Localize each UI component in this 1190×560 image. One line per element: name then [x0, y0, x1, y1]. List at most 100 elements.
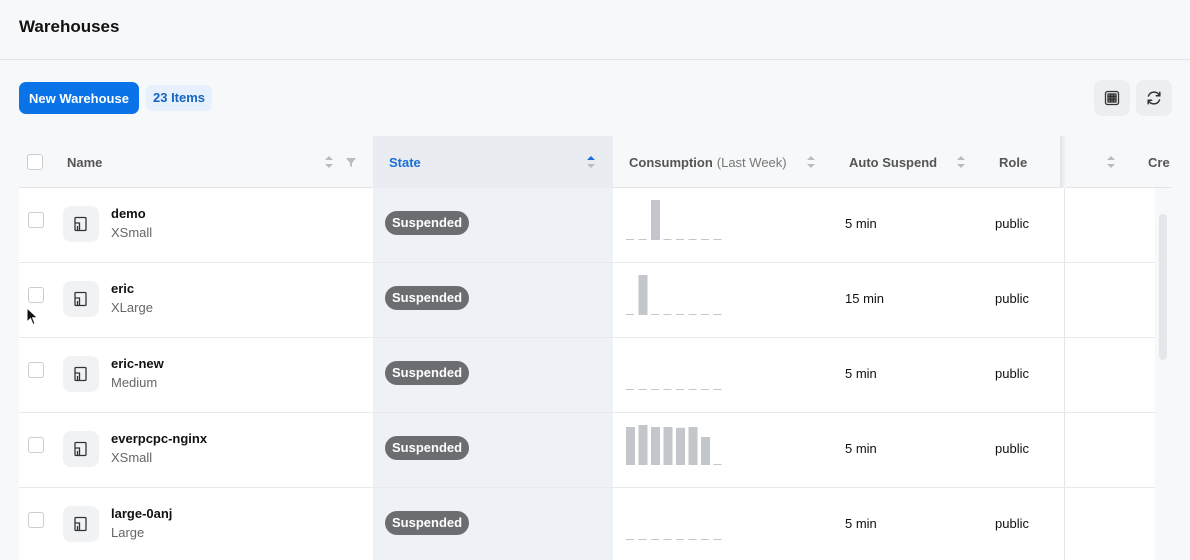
consumption-label: Consumption	[629, 154, 713, 170]
sparkline-baseline	[701, 314, 709, 315]
select-all-checkbox[interactable]	[27, 136, 43, 188]
row-checkbox[interactable]	[28, 212, 44, 228]
sparkline-baseline	[663, 239, 672, 240]
warehouse-icon	[63, 431, 99, 467]
warehouse-name[interactable]: demo	[111, 206, 146, 221]
column-header-auto-suspend[interactable]: Auto Suspend	[849, 136, 937, 188]
row-checkbox[interactable]	[28, 512, 44, 528]
status-badge: Suspended	[385, 211, 470, 235]
refresh-button[interactable]	[1136, 80, 1172, 116]
sparkline-bar	[626, 427, 635, 465]
warehouse-name[interactable]: eric	[111, 281, 134, 296]
table-row[interactable]: large-0anj Large Suspended 5 min public	[19, 488, 1155, 560]
sparkline-baseline	[701, 389, 709, 390]
sort-icon[interactable]	[1106, 155, 1116, 169]
sparkline-baseline	[626, 314, 634, 315]
table-row[interactable]: eric-new Medium Suspended 5 min public	[19, 338, 1155, 413]
row-checkbox[interactable]	[28, 437, 44, 453]
warehouse-icon	[63, 356, 99, 392]
sparkline-baseline	[663, 389, 672, 390]
column-header-name[interactable]: Name	[67, 136, 102, 188]
sparkline-baseline	[626, 239, 634, 240]
sort-icon[interactable]	[324, 155, 334, 169]
sparkline-baseline	[688, 389, 697, 390]
new-warehouse-button[interactable]: New Warehouse	[19, 82, 139, 114]
toolbar: New Warehouse 23 Items	[0, 60, 1190, 136]
scrollbar[interactable]	[1155, 188, 1171, 560]
scrollbar-thumb[interactable]	[1159, 214, 1167, 360]
warehouse-icon	[63, 506, 99, 542]
column-header-created[interactable]: Cre	[1148, 136, 1170, 188]
sparkline-baseline	[701, 239, 709, 240]
sparkline-baseline	[676, 239, 684, 240]
consumption-sparkline	[626, 389, 722, 390]
sparkline-bar	[688, 427, 698, 465]
role-value: public	[995, 216, 1029, 231]
table-row[interactable]: everpcpc-nginx XSmall Suspended 5 min pu…	[19, 413, 1155, 488]
sparkline-baseline	[713, 239, 722, 240]
sparkline-bar	[638, 275, 648, 315]
consumption-sparkline	[626, 425, 722, 465]
state-cell: Suspended	[373, 488, 613, 560]
sparkline-baseline	[713, 539, 722, 540]
sparkline-baseline	[626, 389, 634, 390]
sparkline-bar	[651, 200, 660, 240]
sparkline-bar	[676, 427, 685, 465]
table-row[interactable]: eric XLarge Suspended 15 min public	[19, 263, 1155, 338]
state-cell: Suspended	[373, 188, 613, 262]
grid-view-button[interactable]	[1094, 80, 1130, 116]
state-cell: Suspended	[373, 338, 613, 412]
status-badge: Suspended	[385, 436, 470, 460]
warehouse-name[interactable]: large-0anj	[111, 506, 172, 521]
role-value: public	[995, 516, 1029, 531]
table-header: Name State Consumption (Last Week) Auto …	[19, 136, 1171, 188]
column-divider	[1064, 488, 1065, 560]
sparkline-baseline	[638, 389, 647, 390]
page-title: Warehouses	[19, 17, 120, 36]
auto-suspend-value: 5 min	[845, 441, 877, 456]
consumption-sparkline	[626, 275, 722, 315]
grid-icon	[1104, 90, 1120, 106]
warehouse-size: XLarge	[111, 300, 153, 315]
row-checkbox[interactable]	[28, 362, 44, 378]
warehouse-name[interactable]: everpcpc-nginx	[111, 431, 207, 446]
sparkline-bar	[701, 437, 710, 465]
sparkline-baseline	[651, 539, 659, 540]
sparkline-baseline	[676, 389, 684, 390]
sparkline-bar	[651, 427, 660, 465]
sparkline-baseline	[663, 539, 672, 540]
refresh-icon	[1147, 91, 1161, 105]
sparkline-baseline	[688, 539, 697, 540]
filter-icon[interactable]	[345, 155, 357, 169]
consumption-note: (Last Week)	[716, 154, 787, 170]
status-badge: Suspended	[385, 361, 470, 385]
sparkline-bar	[663, 427, 673, 465]
items-count-badge: 23 Items	[146, 85, 213, 111]
sparkline-baseline	[676, 539, 684, 540]
column-divider	[1064, 188, 1065, 262]
table-row[interactable]: demo XSmall Suspended 5 min public	[19, 188, 1155, 263]
auto-suspend-value: 5 min	[845, 366, 877, 381]
column-header-consumption[interactable]: Consumption (Last Week)	[629, 136, 787, 188]
role-value: public	[995, 291, 1029, 306]
status-badge: Suspended	[385, 511, 470, 535]
warehouse-size: XSmall	[111, 450, 153, 465]
page-header: Warehouses	[0, 0, 1190, 60]
role-value: public	[995, 441, 1029, 456]
sparkline-baseline	[651, 389, 659, 390]
column-header-state[interactable]: State	[373, 136, 613, 188]
sort-asc-icon[interactable]	[586, 155, 596, 169]
sparkline-bar	[638, 425, 648, 465]
column-header-role[interactable]: Role	[999, 136, 1027, 188]
sort-icon[interactable]	[806, 155, 816, 169]
sort-icon[interactable]	[956, 155, 966, 169]
warehouse-size: Medium	[111, 375, 158, 390]
state-label: State	[389, 154, 421, 170]
pinned-column-shadow	[1060, 136, 1066, 188]
auto-suspend-value: 5 min	[845, 216, 877, 231]
row-checkbox[interactable]	[28, 287, 44, 303]
warehouse-name[interactable]: eric-new	[111, 356, 164, 371]
warehouse-icon	[63, 281, 99, 317]
column-divider	[1064, 263, 1065, 337]
column-divider	[1064, 413, 1065, 487]
